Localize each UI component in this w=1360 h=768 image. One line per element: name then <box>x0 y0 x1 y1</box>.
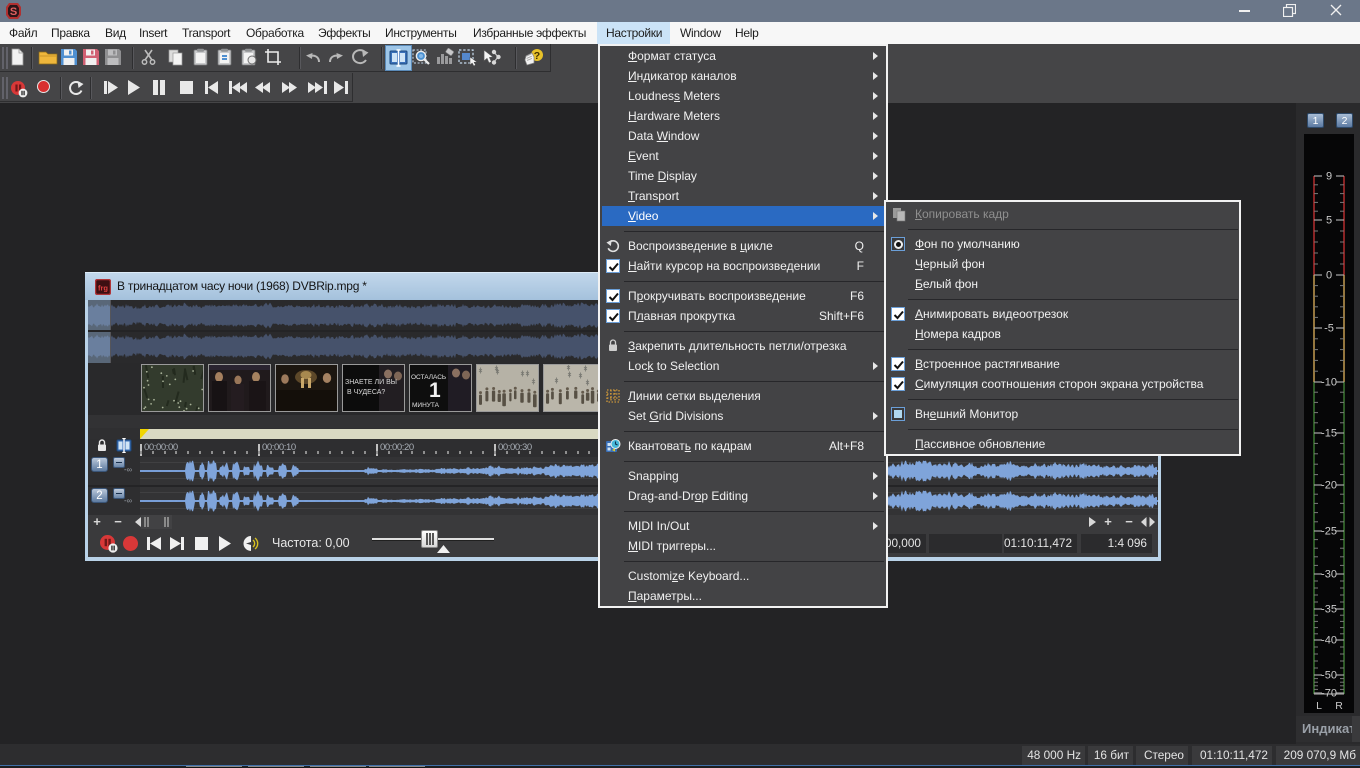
svg-text:frg: frg <box>98 284 108 293</box>
svg-text:?: ? <box>534 50 540 62</box>
svg-text:S: S <box>10 6 17 18</box>
svg-text:В ЧУДЕСА?: В ЧУДЕСА? <box>347 389 385 396</box>
svg-text:ЗНАЕТЕ ЛИ ВЫ: ЗНАЕТЕ ЛИ ВЫ <box>345 379 397 386</box>
svg-text:1: 1 <box>429 379 441 402</box>
svg-text:МИНУТА: МИНУТА <box>412 402 440 409</box>
